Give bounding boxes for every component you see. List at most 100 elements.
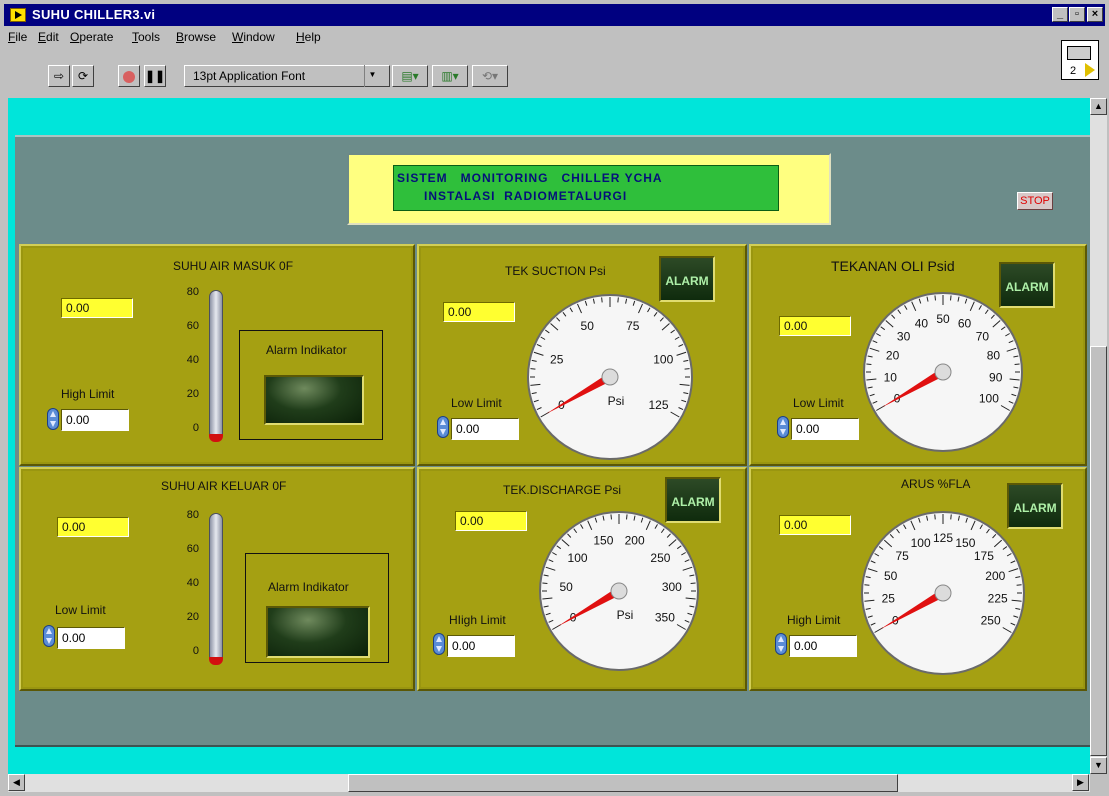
dial-tick (866, 363, 872, 365)
suhu-masuk-limit-label: High Limit (61, 387, 115, 401)
dial-label: 350 (655, 611, 675, 625)
vi-connector-icon[interactable]: 2 (1061, 40, 1099, 80)
thermometer-bulb (209, 434, 223, 442)
suhu-keluar-limit-label: Low Limit (55, 603, 106, 617)
suhu-keluar-thermometer (209, 513, 223, 663)
menu-window[interactable]: Window (232, 30, 275, 44)
menu-edit[interactable]: Edit (38, 30, 59, 44)
dial-label: 50 (884, 569, 898, 583)
dial-tick (617, 297, 619, 303)
tek-discharge-limit-input[interactable]: 0.00 (447, 635, 515, 657)
dial-label: 50 (581, 319, 595, 333)
dial-label: 25 (882, 592, 896, 606)
dial-label: 100 (911, 536, 931, 550)
dial-label: 250 (981, 614, 1001, 628)
suhu-masuk-limit-stepper[interactable] (47, 408, 59, 430)
panel-frame: SISTEM MONITORING CHILLER YCHA INSTALASI… (15, 135, 1090, 747)
suhu-keluar-title: SUHU AIR KELUAR 0F (161, 479, 287, 493)
dial-tick (934, 514, 936, 520)
dial-unit: Psi (617, 608, 634, 622)
menu-browse[interactable]: Browse (176, 30, 216, 44)
maximize-button[interactable]: ▫ (1069, 7, 1085, 22)
align-objects-button[interactable]: ▤▾ (392, 65, 428, 87)
scroll-left-arrow[interactable]: ◀ (8, 774, 25, 791)
title-bar: SUHU CHILLER3.vi _ ▫ × (4, 4, 1105, 26)
header-frame: SISTEM MONITORING CHILLER YCHA INSTALASI… (347, 153, 831, 225)
menu-help[interactable]: Help (296, 30, 321, 44)
dial-label: 250 (650, 551, 670, 565)
dial-tick (950, 295, 952, 301)
dial-label: 40 (915, 317, 929, 331)
font-select[interactable]: 13pt Application Font (184, 65, 390, 87)
dial-label: 225 (988, 592, 1008, 606)
dial-label: 100 (979, 392, 999, 406)
dial-label: 125 (648, 398, 668, 412)
distribute-objects-button[interactable]: ▥▾ (432, 65, 468, 87)
tek-discharge-title: TEK.DISCHARGE Psi (503, 483, 622, 497)
tekanan-oli-limit-input[interactable]: 0.00 (791, 418, 859, 440)
tekanan-oli-gauge: 0102030405060708090100 (863, 292, 1023, 452)
reorder-button[interactable]: ⟲▾ (472, 65, 508, 87)
vi-app-icon (10, 8, 26, 22)
thermo-tick: 80 (186, 286, 199, 298)
tekanan-oli-limit-stepper[interactable] (777, 416, 789, 438)
thermo-tick: 20 (186, 611, 199, 623)
suhu-keluar-limit-input[interactable]: 0.00 (57, 627, 125, 649)
arus-fla-title: ARUS %FLA (901, 477, 971, 491)
pause-button[interactable]: ❚❚ (144, 65, 166, 87)
chevron-down-icon[interactable]: ▼ (364, 65, 380, 87)
menu-file[interactable]: File (8, 30, 27, 44)
vertical-scrollbar[interactable]: ▲ ▼ (1090, 98, 1107, 774)
dial-label: 50 (559, 580, 573, 594)
menu-operate[interactable]: Operate (70, 30, 113, 44)
tek-discharge-limit-stepper[interactable] (433, 633, 445, 655)
arus-fla-limit-input[interactable]: 0.00 (789, 635, 857, 657)
scroll-up-arrow[interactable]: ▲ (1090, 98, 1107, 115)
horizontal-scroll-thumb[interactable] (348, 774, 898, 792)
close-button[interactable]: × (1087, 7, 1103, 22)
alarm-indicator-led (266, 606, 370, 658)
dial-hub (934, 363, 952, 381)
run-arrow-button[interactable]: ⇨ (48, 65, 70, 87)
tekanan-oli-limit-label: Low Limit (793, 396, 844, 410)
menu-tools[interactable]: Tools (132, 30, 160, 44)
thermo-tick: 60 (186, 320, 199, 332)
stop-button[interactable]: STOP (1017, 192, 1053, 210)
scroll-down-arrow[interactable]: ▼ (1090, 757, 1107, 774)
tek-discharge-gauge: 050100150200250300350Psi (539, 511, 699, 671)
horizontal-scrollbar[interactable]: ◀ ▶ (8, 774, 1090, 792)
tek-suction-gauge: 0255075100125Psi (527, 294, 693, 460)
vi-icon-number: 2 (1070, 65, 1077, 77)
dial-label: 60 (958, 317, 972, 331)
tek-suction-limit-stepper[interactable] (437, 416, 449, 438)
dial-tick (610, 514, 612, 520)
minimize-button[interactable]: _ (1052, 7, 1068, 22)
dial-hub (610, 582, 628, 600)
tek-suction-limit-input[interactable]: 0.00 (451, 418, 519, 440)
header-label: SISTEM MONITORING CHILLER YCHA INSTALASI… (393, 165, 779, 211)
thermo-tick: 0 (192, 422, 199, 434)
vertical-scroll-thumb[interactable] (1090, 346, 1107, 756)
suhu-masuk-limit-input[interactable]: 0.00 (61, 409, 129, 431)
abort-button[interactable] (118, 65, 140, 87)
tek-suction-limit-label: Low Limit (451, 396, 502, 410)
window-title: SUHU CHILLER3.vi (32, 7, 156, 22)
thermo-tick: 60 (186, 543, 199, 555)
suhu-keluar-limit-stepper[interactable] (43, 625, 55, 647)
tekanan-oli-section: TEKANAN OLI Psid ALARM 0.00 Low Limit 0.… (749, 244, 1087, 466)
arus-fla-section: ARUS %FLA ALARM 0.00 High Limit 0.00 025… (749, 467, 1087, 691)
dial-tick (530, 368, 536, 370)
dial-label: 175 (974, 549, 994, 563)
tek-discharge-limit-label: HIigh Limit (449, 613, 506, 627)
arus-fla-limit-stepper[interactable] (775, 633, 787, 655)
run-continuously-button[interactable]: ⟳ (72, 65, 94, 87)
thermo-tick: 40 (186, 577, 199, 589)
suhu-masuk-value: 0.00 (61, 298, 133, 318)
tekanan-oli-value: 0.00 (779, 316, 851, 336)
dial-label: 25 (550, 353, 564, 367)
distribute-icon: ▥▾ (441, 69, 459, 83)
arus-fla-value: 0.00 (779, 515, 851, 535)
scroll-right-arrow[interactable]: ▶ (1072, 774, 1089, 791)
reorder-icon: ⟲▾ (481, 69, 499, 83)
thermo-tick: 20 (186, 388, 199, 400)
